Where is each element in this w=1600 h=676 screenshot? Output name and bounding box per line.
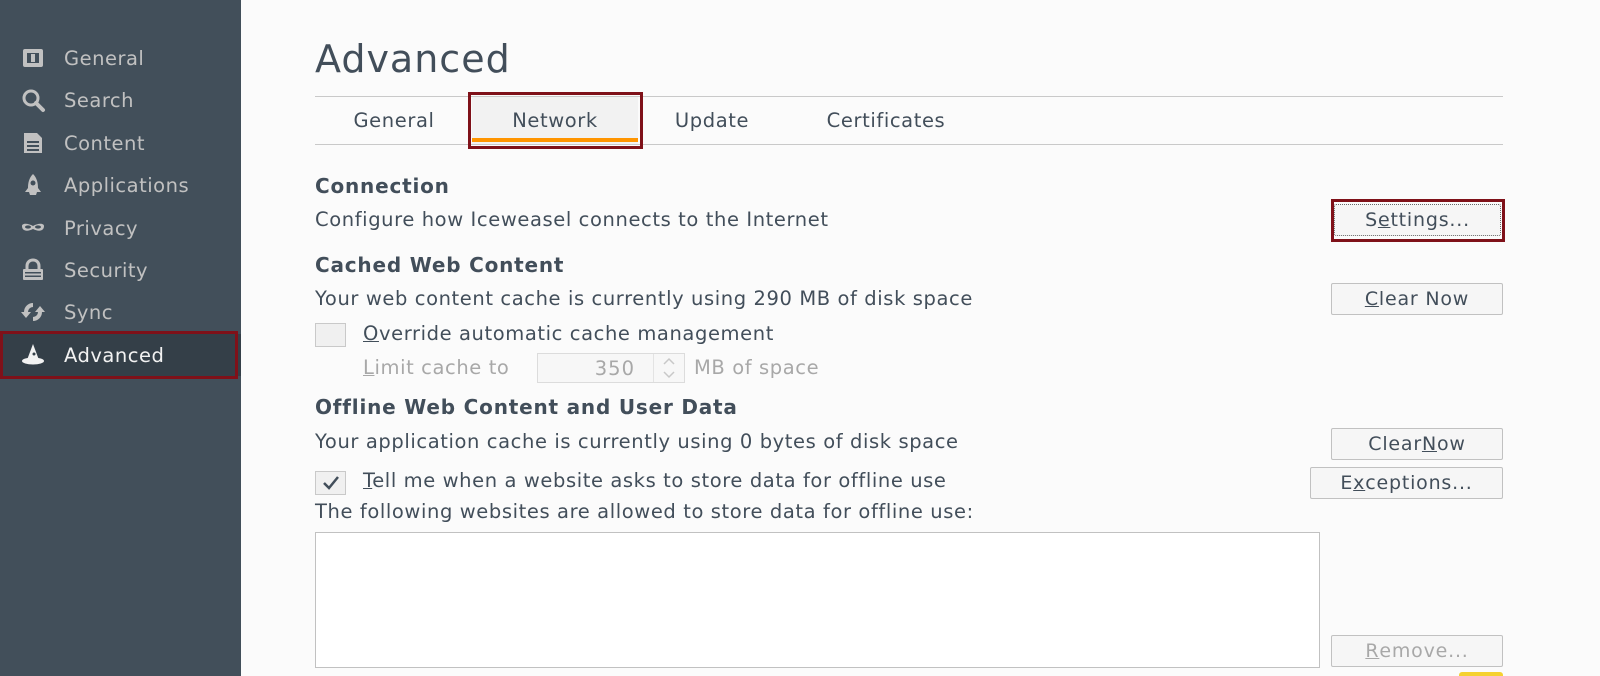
button-text: Clear	[1368, 433, 1422, 455]
button-text: lear Now	[1378, 288, 1470, 310]
offline-description: Your application cache is currently usin…	[315, 430, 959, 453]
button-text: S	[1365, 209, 1378, 231]
page-title: Advanced	[315, 37, 511, 81]
sidebar-item-label: General	[64, 46, 145, 70]
tab-network[interactable]: Network	[472, 97, 638, 144]
connection-settings-button[interactable]: Se ttings...	[1334, 204, 1501, 236]
cache-description: Your web content cache is currently usin…	[315, 287, 973, 310]
content-icon	[18, 128, 48, 158]
label-text: verride automatic cache management	[378, 322, 774, 345]
sidebar-item-general[interactable]: General	[0, 37, 241, 79]
override-cache-label[interactable]: Override automatic cache management	[363, 322, 774, 345]
sidebar-item-advanced[interactable]: Advanced	[0, 334, 241, 376]
sidebar-item-privacy[interactable]: Privacy	[0, 207, 241, 249]
label-access-key: T	[363, 469, 373, 492]
cache-size-stepper[interactable]: 350	[537, 353, 685, 383]
cache-size-unit: MB of space	[694, 356, 820, 379]
tab-label: General	[353, 109, 435, 132]
clear-offline-button[interactable]: Clear Now	[1331, 428, 1503, 460]
stepper-down-icon	[663, 371, 675, 379]
button-access-key: C	[1364, 288, 1379, 310]
button-access-key: x	[1353, 472, 1366, 494]
checkmark-icon	[322, 476, 339, 490]
search-icon	[18, 85, 48, 115]
offline-heading: Offline Web Content and User Data	[315, 395, 738, 419]
tab-label: Network	[512, 109, 598, 132]
label-text: ell me when a website asks to store data…	[372, 469, 947, 492]
offline-sites-list[interactable]	[315, 532, 1320, 668]
sidebar-item-sync[interactable]: Sync	[0, 291, 241, 333]
sync-icon	[18, 297, 48, 327]
limit-cache-label: Limit cache to	[363, 356, 509, 379]
connection-description: Configure how Iceweasel connects to the …	[315, 208, 829, 231]
sidebar-item-applications[interactable]: Applications	[0, 164, 241, 206]
general-icon	[18, 43, 48, 73]
cache-heading: Cached Web Content	[315, 253, 565, 277]
button-access-key: R	[1365, 640, 1380, 662]
button-text: ow	[1436, 433, 1466, 455]
override-cache-checkbox[interactable]	[315, 323, 346, 347]
tell-offline-checkbox[interactable]	[315, 471, 346, 495]
tell-offline-label[interactable]: Tell me when a website asks to store dat…	[363, 469, 947, 492]
advanced-wizard-icon	[18, 340, 48, 370]
label-access-key: L	[363, 356, 375, 379]
button-text: ttings...	[1390, 209, 1470, 231]
sidebar-item-label: Privacy	[64, 216, 139, 240]
label-access-key: O	[363, 322, 379, 345]
sidebar-item-search[interactable]: Search	[0, 79, 241, 121]
sidebar-item-label: Sync	[64, 300, 113, 324]
connection-heading: Connection	[315, 174, 450, 198]
button-text: emove...	[1379, 640, 1469, 662]
allowed-sites-label: The following websites are allowed to st…	[315, 500, 974, 523]
clear-cache-button[interactable]: Clear Now	[1331, 283, 1503, 315]
button-access-key: e	[1377, 209, 1391, 231]
sidebar: General Search Content Applications Priv…	[0, 0, 241, 676]
tab-update[interactable]: Update	[648, 97, 776, 144]
tab-certificates[interactable]: Certificates	[800, 97, 972, 144]
sidebar-item-security[interactable]: Security	[0, 249, 241, 291]
label-text: imit cache to	[374, 356, 510, 379]
privacy-mask-icon	[18, 213, 48, 243]
tab-general[interactable]: General	[323, 97, 465, 144]
sidebar-item-label: Applications	[64, 173, 190, 197]
yellow-corner-mark	[1459, 672, 1503, 676]
exceptions-button[interactable]: Ex ceptions...	[1310, 467, 1503, 499]
sidebar-item-label: Content	[64, 131, 146, 155]
selected-tab-indicator	[472, 138, 638, 142]
button-access-key: N	[1421, 433, 1437, 455]
tab-label: Certificates	[826, 109, 946, 132]
sidebar-item-label: Advanced	[64, 343, 165, 367]
tab-label: Update	[674, 109, 750, 132]
tabs-divider-bottom	[315, 144, 1503, 145]
stepper-arrows[interactable]	[653, 354, 684, 382]
button-text: ceptions...	[1365, 472, 1473, 494]
button-text: E	[1340, 472, 1354, 494]
sidebar-item-label: Security	[64, 258, 149, 282]
cache-size-value: 350	[594, 356, 635, 380]
sidebar-item-label: Search	[64, 88, 134, 112]
remove-site-button[interactable]: Remove...	[1331, 635, 1503, 667]
stepper-up-icon	[663, 357, 675, 365]
security-icon	[18, 255, 48, 285]
applications-icon	[18, 170, 48, 200]
sidebar-item-content[interactable]: Content	[0, 122, 241, 164]
